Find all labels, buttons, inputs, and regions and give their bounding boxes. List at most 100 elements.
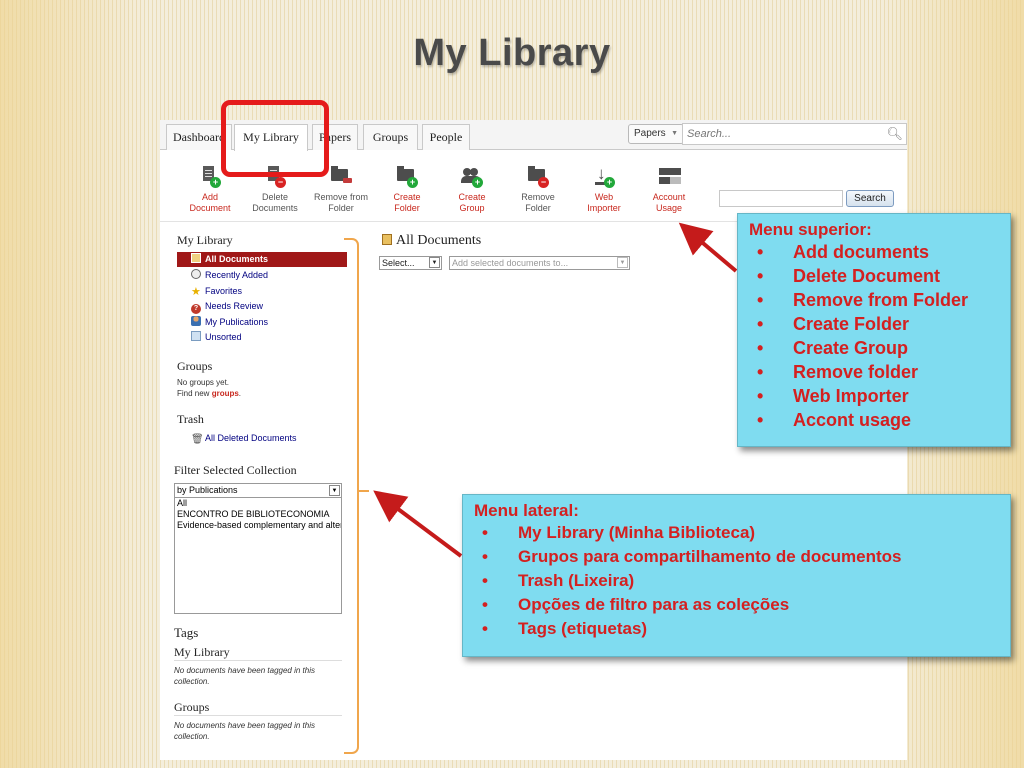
groups-empty-text: No groups yet. xyxy=(177,378,230,387)
account-usage-label-1: Account xyxy=(652,192,686,202)
chevron-down-icon: ▼ xyxy=(617,257,628,268)
search-icon[interactable]: 🔍︎ xyxy=(886,126,903,142)
filter-option[interactable]: All xyxy=(177,498,339,509)
main-title: All Documents xyxy=(382,233,481,249)
create-folder-button[interactable]: + Create Folder xyxy=(374,165,440,214)
callout-list-item: Tags (etiquetas) xyxy=(474,617,1010,641)
callout-list-item: Add documents xyxy=(749,240,1010,264)
sidebar-item-label: Needs Review xyxy=(205,301,264,311)
question-icon: ? xyxy=(191,304,201,314)
create-group-icon: + xyxy=(460,165,484,189)
chevron-down-icon: ▼ xyxy=(329,485,340,496)
callout-list-item: Remove folder xyxy=(749,360,1010,384)
star-icon: ★ xyxy=(191,286,201,298)
tags-library-note: No documents have been tagged in this co… xyxy=(174,666,315,686)
search-scope-label: Papers xyxy=(634,128,666,139)
add-to-collection-label: Add selected documents to... xyxy=(452,258,569,268)
add-to-collection-dropdown[interactable]: Add selected documents to... ▼ xyxy=(449,256,630,270)
add-document-icon: + xyxy=(198,165,222,189)
sidebar-item-favorites[interactable]: ★ Favorites xyxy=(177,284,347,299)
remove-folder-label-1: Remove xyxy=(521,192,555,202)
select-dropdown-label: Select... xyxy=(382,258,415,268)
sidebar-bracket xyxy=(344,238,359,754)
web-importer-label-2: Importer xyxy=(587,203,621,213)
chevron-down-icon: ▼ xyxy=(429,257,440,268)
callout-top-menu: Menu superior: Add documents Delete Docu… xyxy=(737,213,1011,447)
slide-title: My Library xyxy=(413,32,611,74)
web-importer-button[interactable]: ↓ + Web Importer xyxy=(571,165,637,214)
remove-from-folder-label-2: Folder xyxy=(328,203,354,213)
create-group-label-1: Create xyxy=(458,192,486,202)
filter-list[interactable]: All ENCONTRO DE BIBLIOTECONOMIA Evidence… xyxy=(174,498,342,614)
callout-list-item: Trash (Lixeira) xyxy=(474,569,1010,593)
remove-folder-label-2: Folder xyxy=(525,203,551,213)
top-search-box: 🔍︎ xyxy=(682,123,907,145)
my-library-tab-highlight xyxy=(221,100,329,177)
create-group-label-2: Group xyxy=(459,203,485,213)
filter-option[interactable]: ENCONTRO DE BIBLIOTECONOMIA xyxy=(177,509,339,520)
tags-groups-note: No documents have been tagged in this co… xyxy=(174,721,315,741)
callout-list-item: My Library (Minha Biblioteca) xyxy=(474,521,1010,545)
remove-folder-icon: − xyxy=(526,165,550,189)
sidebar-item-label: Recently Added xyxy=(205,270,269,280)
remove-from-folder-label-1: Remove from xyxy=(313,192,368,202)
clock-icon xyxy=(191,269,201,279)
callout-top-list: Add documents Delete Document Remove fro… xyxy=(749,240,1010,432)
filter-select[interactable]: by Publications ▼ xyxy=(174,483,342,498)
callout-list-item: Create Group xyxy=(749,336,1010,360)
create-group-button[interactable]: + Create Group xyxy=(439,165,505,214)
find-groups-link[interactable]: groups xyxy=(212,389,239,398)
create-folder-icon: + xyxy=(395,165,419,189)
callout-side-list: My Library (Minha Biblioteca) Grupos par… xyxy=(474,521,1010,641)
main-title-text: All Documents xyxy=(396,233,482,248)
tags-groups-heading: Groups xyxy=(174,700,210,714)
library-search-button[interactable]: Search xyxy=(846,190,894,207)
sidebar-item-label: All Deleted Documents xyxy=(205,433,297,443)
filter-select-value: by Publications xyxy=(177,485,238,495)
add-document-label-2: Document xyxy=(189,203,231,213)
delete-documents-label-1: Delete xyxy=(261,192,288,202)
sidebar-item-all-deleted[interactable]: 🗑︎All Deleted Documents xyxy=(177,431,347,446)
callout-top-title: Menu superior: xyxy=(749,220,872,239)
callout-list-item: Grupos para compartilhamento de document… xyxy=(474,545,1010,569)
add-document-label-1: Add xyxy=(201,192,218,202)
callout-list-item: Create Folder xyxy=(749,312,1010,336)
sidebar-item-unsorted[interactable]: Unsorted xyxy=(177,330,347,345)
sidebar-groups-heading: Groups xyxy=(177,359,213,373)
tags-my-library-heading: My Library xyxy=(174,645,230,659)
web-importer-icon: ↓ + xyxy=(592,165,616,189)
filter-heading: Filter Selected Collection xyxy=(174,463,297,477)
sidebar-item-my-publications[interactable]: My Publications xyxy=(177,315,347,330)
callout-list-item: Remove from Folder xyxy=(749,288,1010,312)
tab-groups[interactable]: Groups xyxy=(363,124,418,150)
callout-side-title: Menu lateral: xyxy=(474,501,579,520)
sidebar-item-label: Favorites xyxy=(205,286,243,296)
web-importer-label-1: Web xyxy=(594,192,614,202)
account-usage-button[interactable]: Account Usage xyxy=(636,165,702,214)
sidebar-my-library-heading: My Library xyxy=(177,233,233,247)
callout-list-item: Web Importer xyxy=(749,384,1010,408)
chevron-down-icon: ▼ xyxy=(671,130,678,137)
callout-side-menu: Menu lateral: My Library (Minha Bibliote… xyxy=(462,494,1011,657)
search-scope-select[interactable]: Papers ▼ xyxy=(628,124,684,144)
library-search-input[interactable] xyxy=(719,190,843,207)
account-usage-label-2: Usage xyxy=(655,203,682,213)
remove-folder-button[interactable]: − Remove Folder xyxy=(505,165,571,214)
callout-list-item: Delete Document xyxy=(749,264,1010,288)
sidebar-item-all-documents[interactable]: All Documents xyxy=(177,252,347,267)
sidebar-item-label: All Documents xyxy=(205,254,269,264)
callout-list-item: Opções de filtro para as coleções xyxy=(474,593,1010,617)
sidebar-item-recently-added[interactable]: Recently Added xyxy=(177,268,347,283)
create-folder-label-2: Folder xyxy=(394,203,420,213)
create-folder-label-1: Create xyxy=(393,192,421,202)
select-dropdown[interactable]: Select... ▼ xyxy=(379,256,442,270)
filter-option[interactable]: Evidence-based complementary and alterna… xyxy=(177,520,341,531)
sidebar-item-needs-review[interactable]: ? Needs Review xyxy=(177,299,347,314)
tab-people[interactable]: People xyxy=(422,124,470,150)
documents-icon xyxy=(191,253,201,263)
top-search-input[interactable] xyxy=(687,124,877,144)
tags-heading: Tags xyxy=(174,625,199,640)
account-usage-icon xyxy=(657,165,681,189)
sidebar-bracket-tip xyxy=(357,490,369,492)
sidebar-item-label: Unsorted xyxy=(205,332,242,342)
